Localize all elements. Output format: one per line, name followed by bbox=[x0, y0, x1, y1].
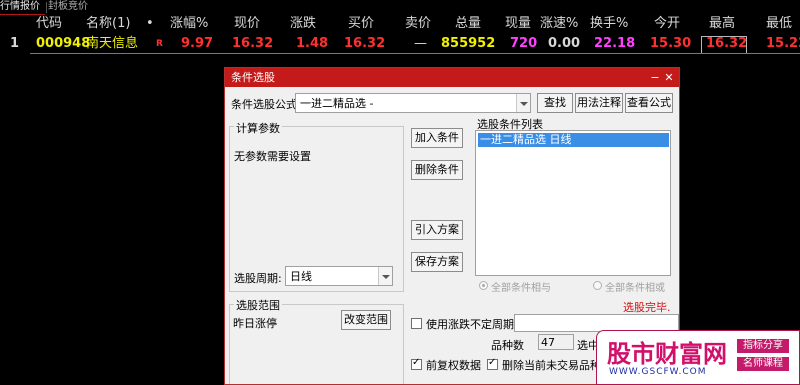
row-speed: 0.00 bbox=[548, 36, 581, 51]
quote-header: 代码 名称(1) • 涨幅% 现价 涨跌 买价 卖价 总量 现量 涨速% 换手%… bbox=[0, 14, 800, 34]
row-current-vol: 720 bbox=[510, 36, 538, 51]
params-group-title: 计算参数 bbox=[234, 120, 282, 136]
condition-list[interactable]: 一进二精品选 日线 bbox=[475, 130, 671, 276]
row-bid: 16.32 bbox=[344, 36, 386, 51]
header-bid[interactable]: 买价 bbox=[348, 14, 374, 34]
adjust-checkbox[interactable] bbox=[411, 357, 422, 370]
radio-or[interactable] bbox=[593, 281, 602, 290]
row-ask: — bbox=[414, 36, 427, 51]
add-condition-button[interactable]: 加入条件 bbox=[411, 128, 463, 148]
close-icon[interactable]: ✕ bbox=[663, 68, 675, 87]
header-price[interactable]: 现价 bbox=[234, 14, 260, 34]
row-code: 000948 bbox=[36, 36, 91, 51]
header-speed[interactable]: 涨速% bbox=[540, 14, 578, 34]
count-field: 47 bbox=[538, 334, 574, 350]
watermark-tag-share: 指标分享 bbox=[737, 339, 789, 353]
header-change-pct[interactable]: 涨幅% bbox=[170, 14, 208, 34]
save-plan-button[interactable]: 保存方案 bbox=[411, 252, 463, 272]
tab-separator bbox=[46, 2, 47, 13]
row-high: 16.32 bbox=[706, 36, 748, 51]
table-row[interactable]: 1 000948 南天信息 R 9.97 16.32 1.48 16.32 — … bbox=[0, 34, 800, 54]
usage-button[interactable]: 用法注释 bbox=[575, 93, 623, 113]
row-turnover: 22.18 bbox=[594, 36, 636, 51]
tab-auction[interactable]: 封板竞价 bbox=[48, 0, 94, 14]
minimize-icon[interactable]: − bbox=[649, 68, 661, 87]
header-high[interactable]: 最高 bbox=[709, 14, 735, 34]
row-open: 15.30 bbox=[650, 36, 692, 51]
tab-quotes[interactable]: 行情报价 bbox=[0, 0, 45, 15]
radio-or-label: 全部条件相或 bbox=[605, 283, 665, 294]
remove-condition-button[interactable]: 删除条件 bbox=[411, 160, 463, 180]
delete-untraded-label: 删除当前未交易品种 bbox=[502, 359, 601, 372]
formula-value: 一进二精品选 - bbox=[300, 97, 374, 110]
dialog-titlebar[interactable]: 条件选股 − ✕ bbox=[225, 68, 679, 87]
row-underline bbox=[30, 53, 800, 54]
row-index: 1 bbox=[10, 36, 20, 51]
row-name: 南天信息 bbox=[86, 36, 139, 51]
row-flag: R bbox=[156, 39, 163, 49]
count-value: 47 bbox=[541, 336, 555, 349]
status-text: 选股完毕. bbox=[623, 301, 671, 314]
variable-period-checkbox[interactable] bbox=[411, 318, 422, 329]
watermark-title: 股市财富网 bbox=[607, 340, 727, 368]
period-label: 选股周期: bbox=[234, 272, 282, 285]
range-group-title: 选股范围 bbox=[234, 297, 282, 313]
find-button[interactable]: 查找 bbox=[537, 93, 573, 113]
header-turnover[interactable]: 换手% bbox=[590, 14, 628, 34]
header-low[interactable]: 最低 bbox=[766, 14, 792, 34]
header-dot: • bbox=[146, 16, 154, 31]
watermark-tag-course: 名师课程 bbox=[737, 357, 789, 371]
header-open[interactable]: 今开 bbox=[654, 14, 680, 34]
watermark-url: WWW.GSCFW.COM bbox=[609, 367, 707, 377]
header-current-vol[interactable]: 现量 bbox=[505, 14, 531, 34]
period-value: 日线 bbox=[290, 270, 312, 283]
row-low: 15.22 bbox=[766, 36, 800, 51]
watermark-logo: 股市财富网 WWW.GSCFW.COM 指标分享 名师课程 bbox=[596, 330, 800, 385]
range-text: 昨日涨停 bbox=[233, 317, 277, 330]
header-name[interactable]: 名称(1) bbox=[86, 14, 130, 34]
header-code[interactable]: 代码 bbox=[36, 14, 62, 34]
row-price: 16.32 bbox=[232, 36, 274, 51]
count-label: 品种数 bbox=[491, 339, 524, 352]
header-ask[interactable]: 卖价 bbox=[405, 14, 431, 34]
header-volume[interactable]: 总量 bbox=[455, 14, 481, 34]
radio-and-label: 全部条件相与 bbox=[491, 283, 551, 294]
list-item[interactable]: 一进二精品选 日线 bbox=[478, 133, 669, 147]
row-change: 1.48 bbox=[296, 36, 329, 51]
tab-bar: 行情报价 封板竞价 bbox=[0, 0, 800, 15]
adjust-label: 前复权数据 bbox=[426, 359, 481, 372]
row-change-pct: 9.97 bbox=[181, 36, 214, 51]
header-change[interactable]: 涨跌 bbox=[290, 14, 316, 34]
params-text: 无参数需要设置 bbox=[234, 150, 311, 163]
radio-and[interactable] bbox=[479, 281, 488, 290]
chevron-down-icon[interactable] bbox=[378, 267, 392, 285]
period-select[interactable]: 日线 bbox=[285, 266, 393, 286]
row-volume: 855952 bbox=[441, 36, 496, 51]
delete-untraded-checkbox[interactable] bbox=[487, 357, 498, 370]
formula-select[interactable]: 一进二精品选 - bbox=[295, 93, 531, 113]
formula-label: 条件选股公式 bbox=[231, 98, 297, 111]
variable-period-label: 使用涨跌不定周期 bbox=[426, 318, 514, 331]
chevron-down-icon[interactable] bbox=[516, 94, 530, 112]
change-range-button[interactable]: 改变范围 bbox=[341, 310, 391, 330]
import-plan-button[interactable]: 引入方案 bbox=[411, 220, 463, 240]
view-formula-button[interactable]: 查看公式 bbox=[625, 93, 673, 113]
dialog-title: 条件选股 bbox=[231, 71, 275, 84]
